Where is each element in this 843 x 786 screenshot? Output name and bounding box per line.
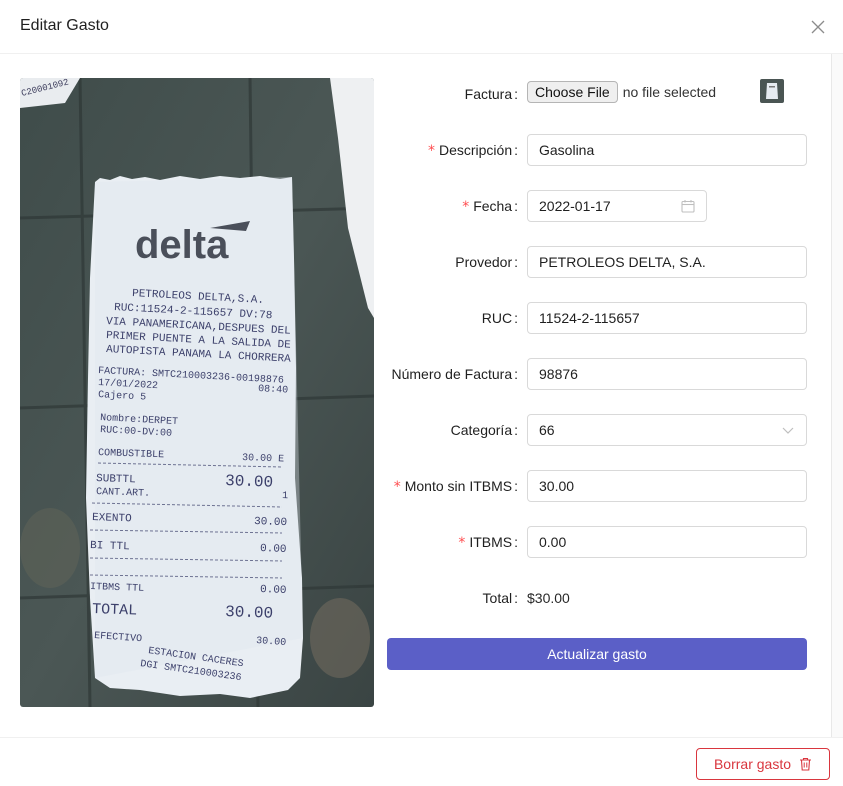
receipt-line: EXENTO xyxy=(92,512,132,525)
ruc-label: RUC: xyxy=(481,310,518,326)
provedor-label: Provedor: xyxy=(455,254,518,270)
fecha-picker[interactable]: 2022-01-17 xyxy=(527,190,707,222)
trash-icon xyxy=(800,757,812,771)
receipt-thumbnail[interactable] xyxy=(760,79,784,103)
modal-title: Editar Gasto xyxy=(20,17,109,34)
receipt-line: 0.00 xyxy=(260,543,287,556)
monto-input[interactable]: 30.00 xyxy=(527,470,807,502)
file-status: no file selected xyxy=(622,84,717,100)
receipt-line: 30.00 xyxy=(225,603,274,623)
fecha-value: 2022-01-17 xyxy=(539,198,611,214)
receipt-image: C20001092 delta PETROLEOS DELTA,S.A. RUC… xyxy=(20,78,374,707)
numero-factura-label: Número de Factura: xyxy=(391,366,519,382)
close-button[interactable] xyxy=(806,15,830,39)
svg-text:delta: delta xyxy=(135,223,229,267)
itbms-input[interactable]: 0.00 xyxy=(527,526,807,558)
receipt-line: 30.00 E xyxy=(242,453,284,465)
provedor-input[interactable]: PETROLEOS DELTA, S.A. xyxy=(527,246,807,278)
receipt-line: TOTAL xyxy=(92,601,138,620)
total-value: $30.00 xyxy=(527,590,570,606)
modal-header: Editar Gasto xyxy=(0,0,843,54)
receipt-line: 08:40 xyxy=(258,384,289,397)
descripcion-label: * Descripción: xyxy=(427,142,518,159)
fecha-label: * Fecha: xyxy=(462,198,518,215)
numero-factura-input[interactable]: 98876 xyxy=(527,358,807,390)
borrar-gasto-button[interactable]: Borrar gasto xyxy=(696,748,830,780)
calendar-icon xyxy=(681,200,695,213)
categoria-label: Categoría: xyxy=(450,422,518,438)
receipt-line: Cajero 5 xyxy=(98,389,147,403)
borrar-gasto-label: Borrar gasto xyxy=(713,756,792,772)
categoria-select[interactable]: 66 xyxy=(527,414,807,446)
receipt-line: 30.00 xyxy=(256,636,287,649)
total-label: Total: xyxy=(482,590,518,606)
actualizar-gasto-button[interactable]: Actualizar gasto xyxy=(387,638,807,670)
receipt-line: BI TTL xyxy=(90,540,130,553)
file-input[interactable]: Choose File no file selected xyxy=(527,80,716,104)
choose-file-button[interactable]: Choose File xyxy=(527,81,618,103)
receipt-line: CANT.ART. xyxy=(96,487,150,500)
itbms-label: * ITBMS: xyxy=(458,534,518,551)
ruc-input[interactable]: 11524-2-115657 xyxy=(527,302,807,334)
receipt-line: COMBUSTIBLE xyxy=(98,448,164,461)
receipt-line: 1 xyxy=(282,491,288,502)
receipt-line: 30.00 xyxy=(254,516,287,529)
receipt-line: SUBTTL xyxy=(96,473,136,486)
receipt-line: ITBMS TTL xyxy=(90,582,144,595)
descripcion-input[interactable]: Gasolina xyxy=(527,134,807,166)
chevron-down-icon xyxy=(782,427,794,434)
factura-label: Factura: xyxy=(464,86,518,102)
receipt-line: 30.00 xyxy=(225,472,274,492)
close-icon xyxy=(811,20,825,34)
categoria-value: 66 xyxy=(539,422,555,438)
receipt-line: 0.00 xyxy=(260,584,287,597)
scrollbar[interactable] xyxy=(831,54,843,738)
monto-label: * Monto sin ITBMS: xyxy=(393,478,518,495)
